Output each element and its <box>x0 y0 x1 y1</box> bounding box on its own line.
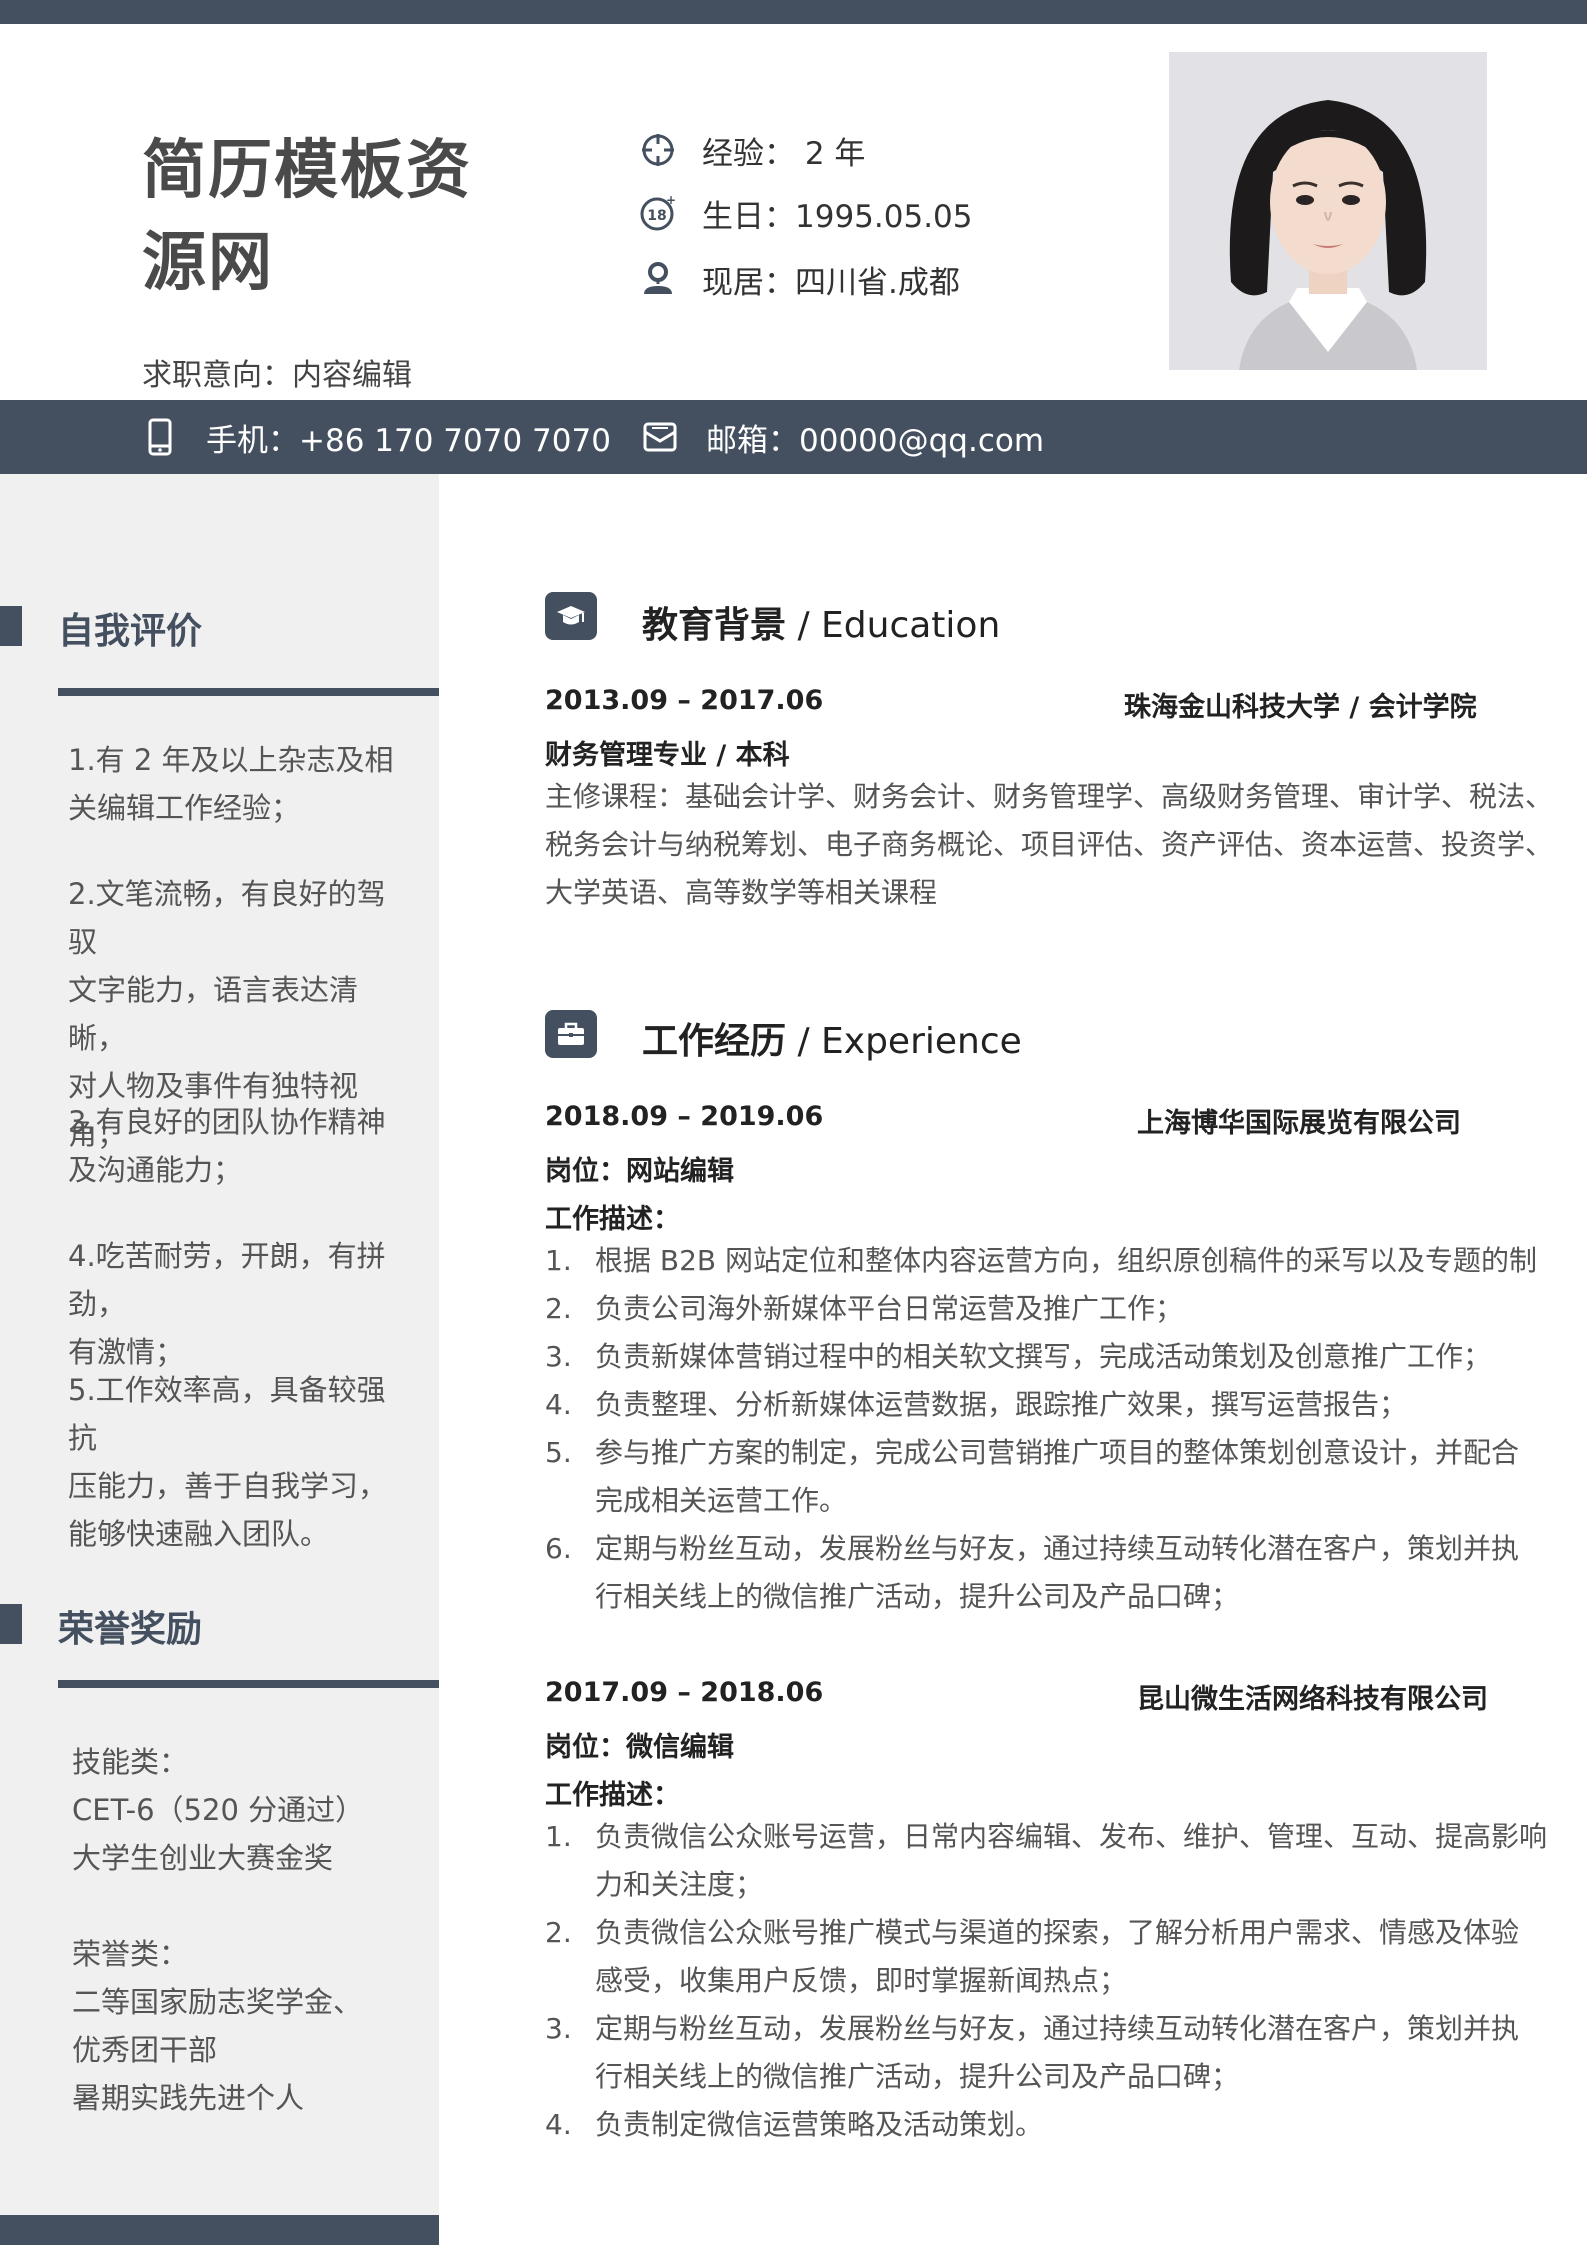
mail-icon <box>642 417 678 457</box>
education-period: 2013.09 – 2017.06 <box>545 685 824 716</box>
job-desc-label: 工作描述： <box>545 1204 680 1235</box>
self-eval-rule <box>58 688 439 696</box>
info-birthday: 18 + 生日：1995.05.05 <box>638 188 973 238</box>
location-person-icon <box>638 259 678 299</box>
contact-email-text: 邮箱：00000@qq.com <box>706 422 1045 459</box>
age-18-icon: 18 + <box>638 193 678 233</box>
self-eval-item: 4.吃苦耐劳，开朗，有拼劲， 有激情； <box>68 1239 386 1369</box>
job-period: 2018.09 – 2019.06 <box>545 1101 824 1132</box>
self-eval-item: 1.有 2 年及以上杂志及相 关编辑工作经验； <box>68 743 394 825</box>
briefcase-icon <box>545 1010 597 1058</box>
self-eval-item: 3.有良好的团队协作精神 及沟通能力； <box>68 1105 386 1187</box>
info-birthday-text: 生日：1995.05.05 <box>702 198 973 235</box>
applicant-name: 简历模板资源网 <box>142 134 472 300</box>
contact-bar: 手机：+86 170 7070 7070 邮箱：00000@qq.com <box>0 400 1587 474</box>
job-period: 2017.09 – 2018.06 <box>545 1677 824 1708</box>
job-position: 岗位：网站编辑 <box>545 1156 734 1187</box>
svg-text:+: + <box>666 194 676 207</box>
honor-line: CET-6（520 分通过） <box>72 1793 365 1827</box>
contact-email: 邮箱：00000@qq.com <box>642 400 1044 474</box>
education-major: 财务管理专业 / 本科 <box>545 740 790 771</box>
self-eval-item: 5.工作效率高，具备较强抗 压能力，善于自我学习， 能够快速融入团队。 <box>68 1373 388 1551</box>
info-location-text: 现居：四川省.成都 <box>702 264 960 301</box>
job-position: 岗位：微信编辑 <box>545 1732 734 1763</box>
job-intent: 求职意向：内容编辑 <box>142 358 412 393</box>
education-courses: 主修课程：基础会计学、财务会计、财务管理学、高级财务管理、审计学、税法、 <box>545 780 1554 813</box>
svg-text:18: 18 <box>647 208 666 224</box>
graduation-cap-icon <box>545 592 597 640</box>
job-desc-label: 工作描述： <box>545 1780 680 1811</box>
experience-title: 工作经历 / Experience <box>642 1021 1022 1062</box>
education-courses: 税务会计与纳税筹划、电子商务概论、项目评估、资产评估、资本运营、投资学、 <box>545 828 1554 861</box>
contact-phone-text: 手机：+86 170 7070 7070 <box>206 422 611 459</box>
education-school: 珠海金山科技大学 / 会计学院 <box>1124 692 1477 723</box>
info-location: 现居：四川省.成都 <box>638 254 960 304</box>
job-company: 昆山微生活网络科技有限公司 <box>1137 1684 1488 1715</box>
self-eval-marker <box>0 606 22 646</box>
bottom-accent-bar <box>0 2215 439 2245</box>
honor-line: 优秀团干部 <box>72 2033 218 2067</box>
honor-line: 二等国家励志奖学金、 <box>72 1985 363 2019</box>
honors-marker <box>0 1604 22 1644</box>
crosshair-icon <box>638 130 678 170</box>
education-title: 教育背景 / Education <box>642 605 1001 646</box>
contact-phone: 手机：+86 170 7070 7070 <box>142 400 611 474</box>
info-experience-text: 经验： 2 年 <box>702 135 866 172</box>
info-experience: 经验： 2 年 <box>638 125 865 175</box>
honor-line: 暑期实践先进个人 <box>72 2081 305 2115</box>
job-company: 上海博华国际展览有限公司 <box>1137 1108 1461 1139</box>
honors-title: 荣誉奖励 <box>58 1609 203 1650</box>
honors-rule <box>58 1680 439 1688</box>
top-accent-bar <box>0 0 1587 24</box>
profile-photo <box>1169 52 1487 370</box>
self-eval-title: 自我评价 <box>58 611 203 652</box>
mobile-phone-icon <box>142 417 178 457</box>
honor-line: 荣誉类： <box>72 1937 189 1971</box>
honor-line: 大学生创业大赛金奖 <box>72 1841 334 1875</box>
honor-line: 技能类： <box>72 1745 189 1779</box>
education-courses: 大学英语、高等数学等相关课程 <box>545 876 938 909</box>
